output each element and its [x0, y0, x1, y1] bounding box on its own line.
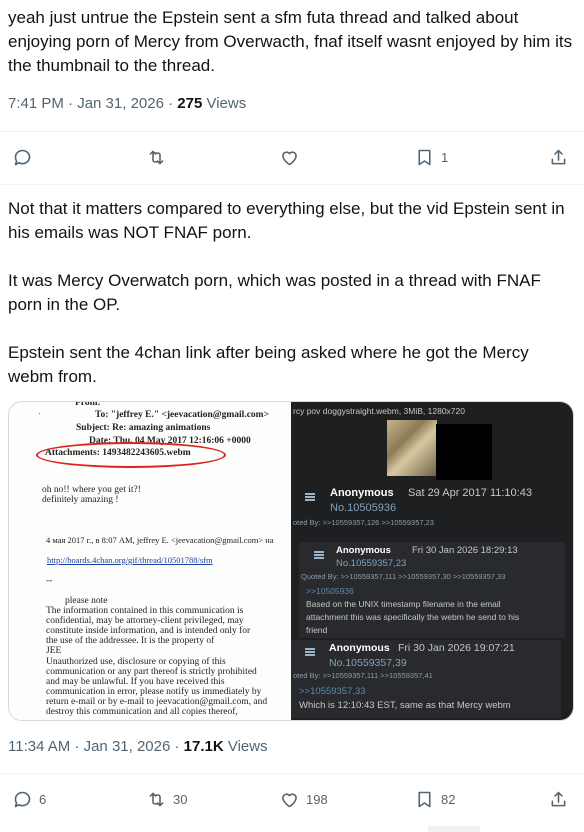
bookmark-count: 82	[441, 791, 456, 807]
thread-thumbnail	[387, 420, 437, 476]
scroll-edge	[428, 826, 480, 832]
highlight-oval	[36, 442, 226, 468]
views-count: 17.1K	[183, 738, 224, 755]
divider	[0, 131, 584, 132]
like-icon	[282, 792, 297, 807]
like-button[interactable]	[279, 142, 306, 172]
repost-icon	[149, 150, 164, 164]
views-count: 275	[177, 95, 203, 112]
share-icon	[551, 149, 566, 164]
tweet-text: Not that it matters compared to everythi…	[8, 199, 565, 386]
repost-button[interactable]	[146, 142, 173, 172]
redaction-box	[436, 424, 492, 480]
bookmark-button[interactable]: 82	[414, 784, 455, 814]
bookmark-icon	[418, 149, 431, 165]
menu-icon	[305, 648, 315, 656]
tweet-actions: 1	[0, 142, 584, 172]
menu-icon	[305, 493, 315, 501]
like-button[interactable]: 198	[279, 784, 328, 814]
like-icon	[282, 150, 297, 165]
repost-button[interactable]: 30	[146, 784, 187, 814]
divider	[0, 773, 584, 774]
repost-count: 30	[173, 791, 188, 807]
4chan-screenshot: rcy pov doggystraight.webm, 3MiB, 1280x7…	[291, 402, 573, 720]
like-count: 198	[306, 791, 328, 807]
reply-button[interactable]	[12, 142, 39, 172]
reply-icon	[14, 791, 31, 807]
share-button[interactable]	[548, 142, 569, 172]
views-label: Views	[223, 738, 268, 755]
reply-count: 6	[39, 791, 47, 807]
tweet-timestamp[interactable]: 7:41 PM · Jan 31, 2026 ·	[8, 95, 177, 112]
tweet-timestamp[interactable]: 11:34 AM · Jan 31, 2026 ·	[8, 738, 184, 755]
repost-icon	[149, 792, 164, 806]
tweet-actions: 6 30 198 82	[0, 784, 584, 814]
share-icon	[551, 791, 566, 806]
email-screenshot: From: • To: "jeffrey E." <jeevacation@gm…	[9, 402, 291, 720]
reply-icon	[14, 149, 31, 165]
reply-button[interactable]: 6	[12, 784, 46, 814]
menu-icon	[314, 551, 324, 559]
tweet-text: yeah just untrue the Epstein sent a sfm …	[8, 8, 573, 75]
tweet-meta: 7:41 PM · Jan 31, 2026 · 275 Views	[8, 94, 246, 114]
bookmark-icon	[418, 791, 431, 807]
tweet-media-image[interactable]: From: • To: "jeffrey E." <jeevacation@gm…	[8, 401, 574, 721]
tweet-meta: 11:34 AM · Jan 31, 2026 · 17.1K Views	[8, 737, 268, 757]
divider	[0, 184, 584, 185]
share-button[interactable]	[548, 784, 569, 814]
bookmark-button[interactable]: 1	[414, 142, 448, 172]
views-label: Views	[202, 95, 247, 112]
